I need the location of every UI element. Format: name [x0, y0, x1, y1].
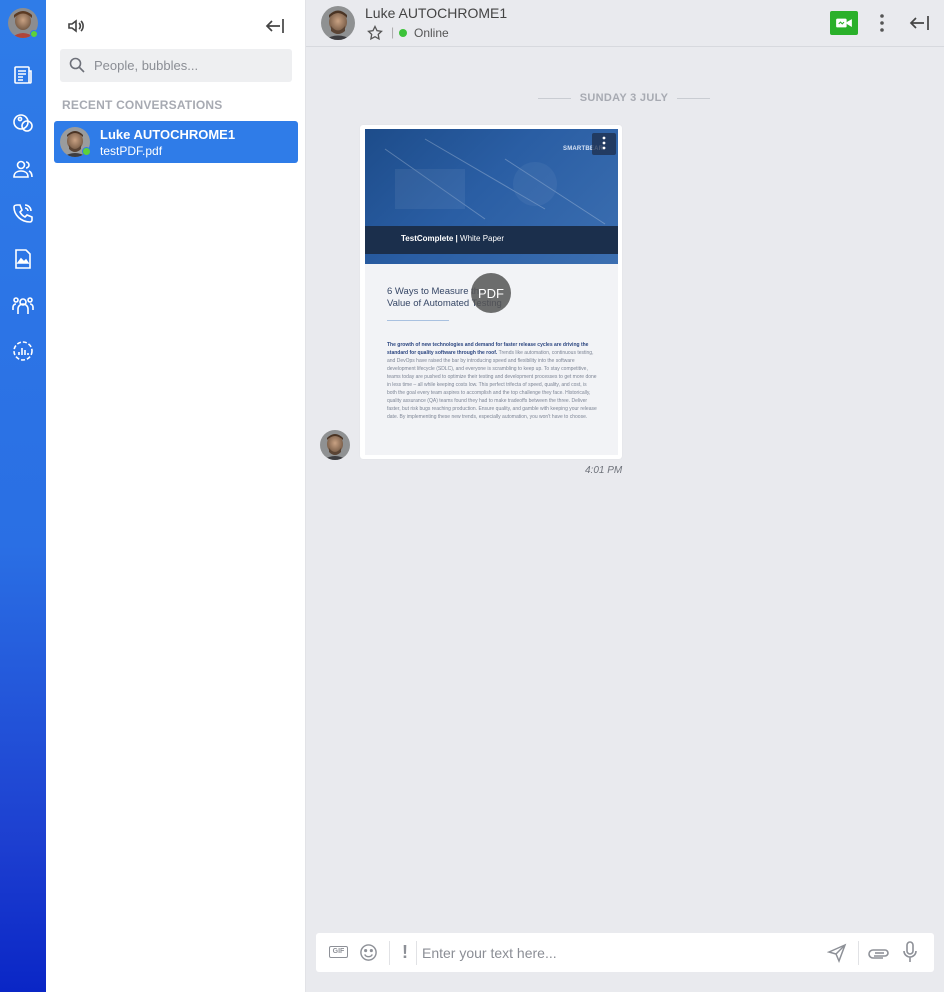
message-bubble: SMARTBEAR TestComplete | White Paper 6 W…: [360, 125, 622, 459]
recent-conversations-title: RECENT CONVERSATIONS: [62, 98, 223, 112]
attachment-menu-button[interactable]: [592, 133, 616, 155]
pdf-body: The growth of new technologies and deman…: [387, 341, 597, 421]
app-rail: [0, 0, 46, 992]
message-sender-avatar[interactable]: [320, 430, 350, 460]
pdf-brand: TestComplete | White Paper: [401, 234, 504, 243]
close-conversation-icon[interactable]: [907, 13, 931, 33]
header-separator: |: [391, 25, 395, 39]
contact-name: Luke AUTOCHROME1: [365, 5, 508, 21]
groups-icon[interactable]: [11, 293, 35, 317]
search-icon: [69, 57, 85, 73]
video-call-button[interactable]: [830, 11, 858, 35]
pdf-attachment-preview[interactable]: SMARTBEAR TestComplete | White Paper 6 W…: [365, 129, 618, 455]
message-composer: GIF !: [316, 933, 934, 972]
conversation-item[interactable]: Luke AUTOCHROME1 testPDF.pdf: [54, 121, 298, 163]
collapse-panel-icon[interactable]: [264, 16, 286, 36]
microphone-icon[interactable]: [903, 941, 917, 963]
user-status-dot: [30, 30, 38, 38]
pdf-brand-name: TestComplete: [401, 234, 454, 243]
online-status-dot: [82, 147, 91, 156]
search-input[interactable]: [94, 49, 284, 82]
bubbles-icon[interactable]: [11, 110, 35, 134]
news-icon[interactable]: [11, 63, 35, 87]
send-icon[interactable]: [826, 943, 847, 964]
video-camera-icon: [836, 18, 852, 28]
pdf-divider: [387, 320, 449, 321]
files-icon[interactable]: [11, 247, 35, 271]
pdf-brand-sub: White Paper: [460, 234, 505, 243]
conversations-panel: RECENT CONVERSATIONS Luke AUTOCHROME1 te…: [46, 0, 306, 992]
pdf-body-text: Trends like automation, continuous testi…: [387, 350, 597, 420]
contacts-icon[interactable]: [11, 157, 35, 181]
conversation-last-message: testPDF.pdf: [100, 144, 163, 158]
search-box: [60, 49, 292, 82]
calls-icon[interactable]: [11, 201, 35, 225]
analytics-icon[interactable]: [11, 339, 35, 363]
speaker-icon[interactable]: [66, 16, 86, 36]
message-input[interactable]: [422, 940, 812, 966]
online-status-dot: [399, 29, 407, 37]
chat-header: Luke AUTOCHROME1 | Online: [306, 0, 944, 47]
more-options-icon: [602, 136, 606, 150]
star-icon[interactable]: [367, 24, 383, 41]
more-options-icon[interactable]: [872, 12, 892, 34]
conversation-name: Luke AUTOCHROME1: [100, 127, 236, 142]
date-separator: SUNDAY 3 JULY: [538, 90, 710, 106]
urgency-button[interactable]: !: [402, 943, 410, 962]
pdf-file-badge: PDF: [471, 273, 511, 313]
contact-status: Online: [414, 26, 449, 40]
composer-divider: [389, 941, 390, 965]
emoji-icon[interactable]: [359, 943, 378, 962]
composer-divider: [858, 941, 859, 965]
attachment-icon[interactable]: [868, 943, 890, 963]
message-timestamp: 4:01 PM: [585, 465, 623, 476]
contact-avatar[interactable]: [321, 6, 355, 40]
date-separator-line: [677, 98, 710, 99]
pdf-cover-banner: SMARTBEAR TestComplete | White Paper: [365, 129, 618, 264]
gif-button[interactable]: GIF: [329, 946, 348, 958]
composer-divider: [416, 941, 417, 965]
